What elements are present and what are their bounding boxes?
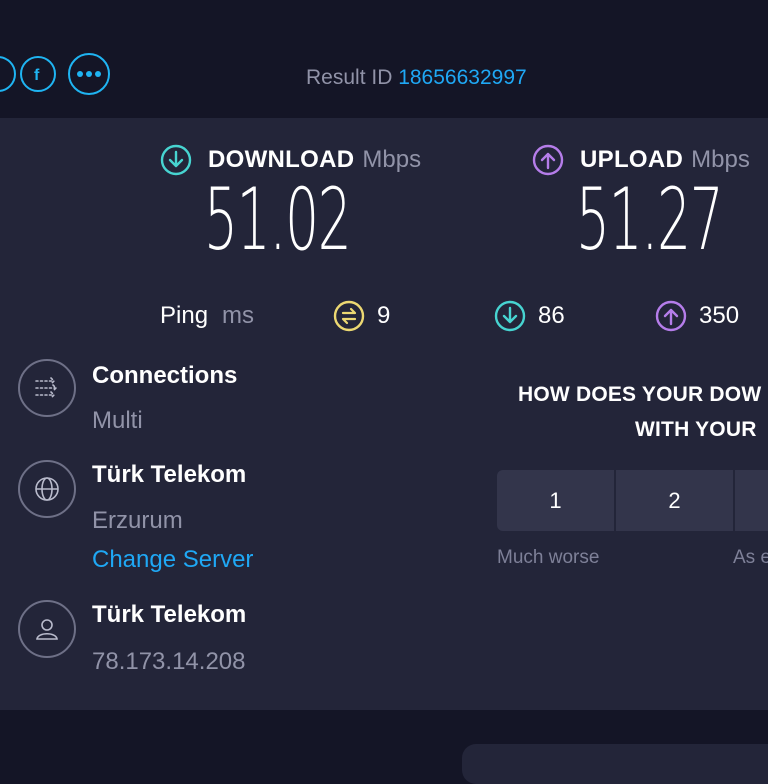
ping-idle-value: 9: [377, 302, 391, 329]
rating-caption-left: Much worse: [497, 547, 600, 568]
download-ping-icon: [494, 300, 526, 332]
download-unit: Mbps: [362, 146, 422, 173]
user-icon: [18, 600, 76, 658]
ping-upload: 350: [655, 298, 739, 334]
server-name: Türk Telekom: [92, 461, 247, 488]
download-arrow-icon: [160, 144, 192, 176]
result-id-link[interactable]: 18656632997: [398, 66, 526, 89]
rating-caption-right: As e: [733, 547, 768, 568]
ping-idle: 9: [333, 298, 390, 334]
provider-name: Türk Telekom: [92, 601, 247, 628]
provider-ip: 78.173.14.208: [92, 648, 246, 675]
download-value: 51.02: [204, 170, 352, 270]
globe-icon: [18, 460, 76, 518]
connections-value: Multi: [92, 407, 143, 434]
server-location: Erzurum: [92, 507, 183, 534]
top-bar: [0, 0, 768, 118]
rating-option-1[interactable]: 1: [497, 470, 614, 531]
upload-value: 51.27: [576, 170, 724, 270]
upload-ping-icon: [655, 300, 687, 332]
result-id: Result ID 18656632997: [306, 66, 527, 90]
svg-text:f: f: [34, 67, 40, 84]
ping-unit: ms: [222, 302, 255, 329]
ping-download: 86: [494, 298, 565, 334]
ping-idle-icon: [333, 300, 365, 332]
ping-download-value: 86: [538, 302, 565, 329]
connections-title: Connections: [92, 362, 238, 389]
facebook-icon[interactable]: f: [20, 56, 56, 92]
ping-label: Ping: [160, 302, 209, 329]
bottom-card: [462, 744, 768, 784]
connections-icon: [18, 359, 76, 417]
upload-arrow-icon: [532, 144, 564, 176]
survey-question-line1: HOW DOES YOUR DOW: [518, 383, 762, 406]
ping-upload-value: 350: [699, 302, 740, 329]
result-id-label: Result ID: [306, 66, 393, 89]
ping-label-group: Ping ms: [160, 298, 254, 334]
change-server-link[interactable]: Change Server: [92, 546, 253, 574]
rating-option-2[interactable]: 2: [616, 470, 733, 531]
survey-question-line2: WITH YOUR: [635, 418, 757, 441]
rating-option-3[interactable]: [735, 470, 768, 531]
more-icon[interactable]: [68, 53, 110, 95]
